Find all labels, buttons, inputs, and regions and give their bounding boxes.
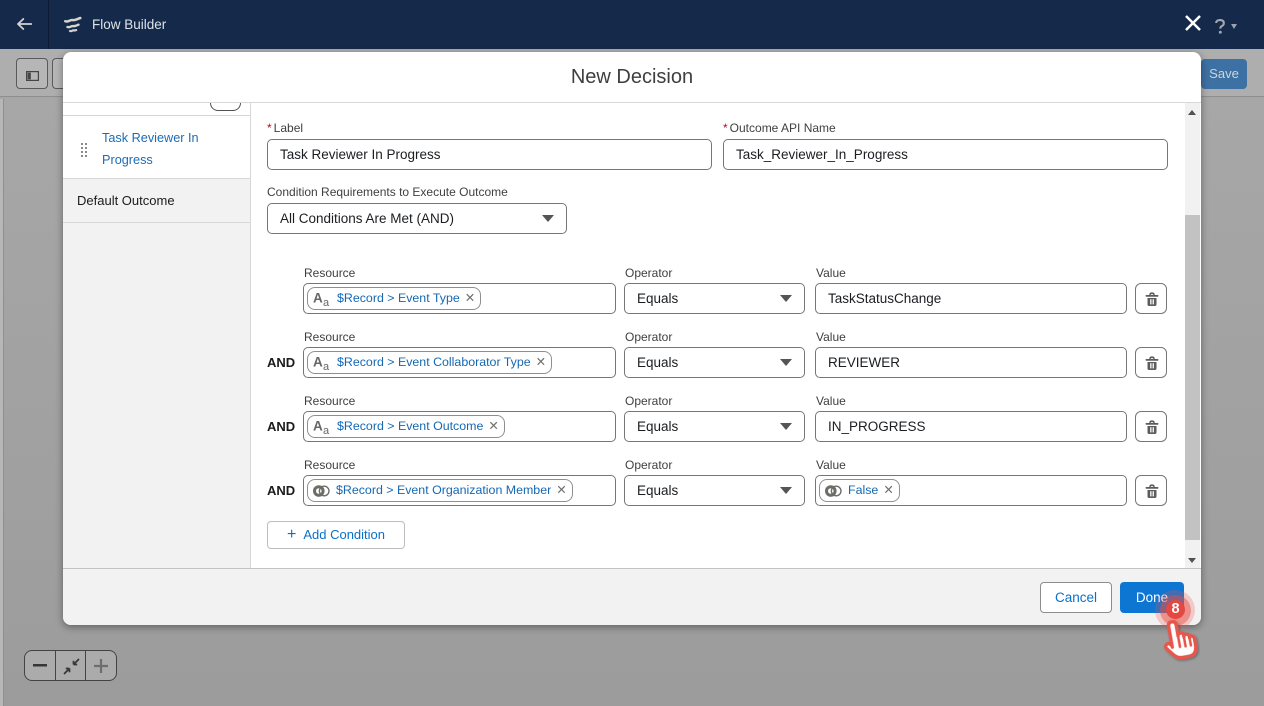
svg-text:a: a [323, 425, 330, 435]
svg-text:A: A [313, 419, 323, 434]
svg-text:A: A [313, 355, 323, 370]
svg-text:A: A [313, 291, 323, 306]
svg-text:a: a [323, 297, 330, 307]
svg-text:a: a [323, 361, 330, 371]
